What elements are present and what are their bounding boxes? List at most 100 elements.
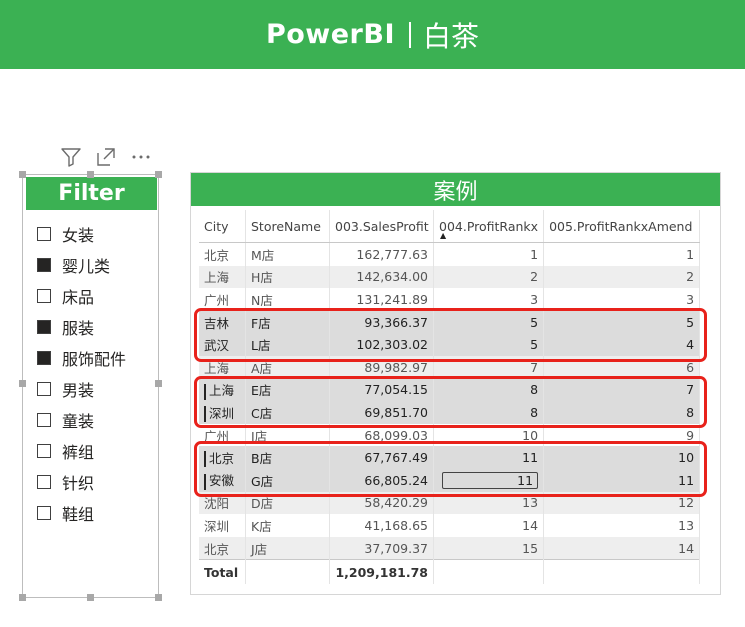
resize-handle-left[interactable] xyxy=(19,380,26,387)
focused-cell[interactable]: 11 xyxy=(442,471,539,489)
table-total-row: Total 1,209,181.78 xyxy=(199,559,701,585)
column-header-profitrankx[interactable]: 004.ProfitRankx ▲ xyxy=(433,210,545,243)
table-row[interactable]: 北京 J店 37,709.37 15 14 xyxy=(199,536,701,560)
cell-profitrankx: 13 xyxy=(433,491,545,515)
cell-storename: I店 xyxy=(245,423,330,447)
cell-city: 深圳 xyxy=(199,514,246,537)
slicer-item[interactable]: 婴儿类 xyxy=(37,249,126,280)
column-header-salesprofit[interactable]: 003.SalesProfit xyxy=(329,210,434,243)
slicer-title: Filter xyxy=(26,177,157,210)
filter-icon[interactable] xyxy=(60,147,82,167)
sort-ascending-icon: ▲ xyxy=(440,231,447,240)
resize-handle-top-right[interactable] xyxy=(155,171,162,178)
cell-profitrankx: 11 xyxy=(433,468,545,492)
table-row[interactable]: 上海 H店 142,634.00 2 2 xyxy=(199,265,701,289)
table-title: 案例 xyxy=(191,173,720,206)
checkbox[interactable] xyxy=(37,412,51,427)
table-row[interactable]: 广州 I店 68,099.03 10 9 xyxy=(199,423,701,447)
cell-profitrankx: 1 xyxy=(433,242,545,266)
cell-salesprofit: 102,303.02 xyxy=(329,333,434,356)
more-options-icon[interactable] xyxy=(130,147,152,167)
cell-profitrankxamend: 14 xyxy=(543,536,701,560)
checkbox-checked[interactable] xyxy=(37,319,51,334)
cell-profitrankxamend: 9 xyxy=(543,423,701,447)
resize-handle-bottom-left[interactable] xyxy=(19,594,26,601)
table-row[interactable]: 上海 E店 77,054.15 8 7 xyxy=(199,378,701,402)
total-salesprofit: 1,209,181.78 xyxy=(329,559,434,585)
slicer-item[interactable]: 服装 xyxy=(37,311,126,342)
table-row[interactable]: 安徽 G店 66,805.24 11 11 xyxy=(199,468,701,492)
cell-storename: J店 xyxy=(245,536,330,560)
total-empty-cell xyxy=(543,559,701,585)
slicer-item[interactable]: 童装 xyxy=(37,404,126,435)
checkbox[interactable] xyxy=(37,443,51,458)
slicer-item[interactable]: 针织 xyxy=(37,466,126,497)
table-header-row: City StoreName 003.SalesProfit 004.Profi… xyxy=(199,210,701,243)
cell-profitrankxamend: 1 xyxy=(543,242,701,266)
checkbox-checked[interactable] xyxy=(37,350,51,365)
cell-storename: N店 xyxy=(245,288,330,311)
cell-profitrankx: 10 xyxy=(433,423,545,447)
table-row[interactable]: 广州 N店 131,241.89 3 3 xyxy=(199,288,701,311)
table-row[interactable]: 上海 A店 89,982.97 7 6 xyxy=(199,355,701,379)
checkbox-checked[interactable] xyxy=(37,257,51,272)
cell-profitrankx: 3 xyxy=(433,288,545,311)
resize-handle-bottom-right[interactable] xyxy=(155,594,162,601)
cell-city: 北京 xyxy=(199,242,246,266)
cell-salesprofit: 89,982.97 xyxy=(329,355,434,379)
table-row[interactable]: 北京 B店 67,767.49 11 10 xyxy=(199,446,701,469)
cell-profitrankxamend: 11 xyxy=(543,468,701,492)
slicer-item[interactable]: 男装 xyxy=(37,373,126,404)
cell-city: 吉林 xyxy=(199,310,246,334)
slicer-item[interactable]: 鞋组 xyxy=(37,497,126,528)
resize-handle-bottom[interactable] xyxy=(87,594,94,601)
cell-profitrankx: 8 xyxy=(433,401,545,424)
cell-city: 深圳 xyxy=(199,401,246,424)
slicer-item-label: 服装 xyxy=(62,318,95,338)
cell-city: 上海 xyxy=(199,378,246,402)
checkbox[interactable] xyxy=(37,288,51,303)
resize-handle-right[interactable] xyxy=(155,380,162,387)
slicer-item[interactable]: 裤组 xyxy=(37,435,126,466)
cell-storename: C店 xyxy=(245,401,330,424)
column-header-city[interactable]: City xyxy=(199,210,246,243)
table-row[interactable]: 吉林 F店 93,366.37 5 5 xyxy=(199,310,701,334)
table-row[interactable]: 深圳 C店 69,851.70 8 8 xyxy=(199,401,701,424)
cell-profitrankx: 8 xyxy=(433,378,545,402)
cell-profitrankxamend: 7 xyxy=(543,378,701,402)
column-header-profitrankxamend[interactable]: 005.ProfitRankxAmend xyxy=(543,210,701,243)
total-empty-cell xyxy=(433,559,545,585)
cell-storename: L店 xyxy=(245,333,330,356)
slicer-item[interactable]: 服饰配件 xyxy=(37,342,126,373)
slicer-item[interactable]: 女装 xyxy=(37,218,126,249)
cell-city-text: 深圳 xyxy=(209,405,235,421)
checkbox[interactable] xyxy=(37,226,51,241)
table-row[interactable]: 深圳 K店 41,168.65 14 13 xyxy=(199,514,701,537)
cell-profitrankxamend: 12 xyxy=(543,491,701,515)
cell-storename: K店 xyxy=(245,514,330,537)
cell-salesprofit: 66,805.24 xyxy=(329,468,434,492)
table-row[interactable]: 武汉 L店 102,303.02 5 4 xyxy=(199,333,701,356)
title-divider xyxy=(409,21,412,48)
category-slicer[interactable]: Filter 女装 婴儿类 床品服装服饰配件男装 童装 裤组 针织 鞋组 xyxy=(19,171,162,601)
cell-city: 武汉 xyxy=(199,333,246,356)
slicer-item[interactable]: 床品 xyxy=(37,280,126,311)
checkbox[interactable] xyxy=(37,381,51,396)
table-row[interactable]: 沈阳 D店 58,420.29 13 12 xyxy=(199,491,701,515)
data-table: City StoreName 003.SalesProfit 004.Profi… xyxy=(199,210,701,585)
cell-storename: H店 xyxy=(245,265,330,289)
checkbox[interactable] xyxy=(37,474,51,489)
resize-handle-top[interactable] xyxy=(87,171,94,178)
resize-handle-top-left[interactable] xyxy=(19,171,26,178)
focus-mode-icon[interactable] xyxy=(96,147,116,167)
row-selection-marker xyxy=(204,406,206,423)
column-header-storename[interactable]: StoreName xyxy=(245,210,330,243)
table-visual[interactable]: 案例 City StoreName 003.SalesProfit 004.Pr… xyxy=(190,172,721,595)
table-row[interactable]: 北京 M店 162,777.63 1 1 xyxy=(199,242,701,266)
page-subtitle: 白茶 xyxy=(423,19,480,53)
checkbox[interactable] xyxy=(37,505,51,520)
visual-header-toolbar xyxy=(60,147,152,167)
row-selection-marker xyxy=(204,383,206,400)
cell-salesprofit: 131,241.89 xyxy=(329,288,434,311)
slicer-item-label: 服饰配件 xyxy=(62,349,127,369)
